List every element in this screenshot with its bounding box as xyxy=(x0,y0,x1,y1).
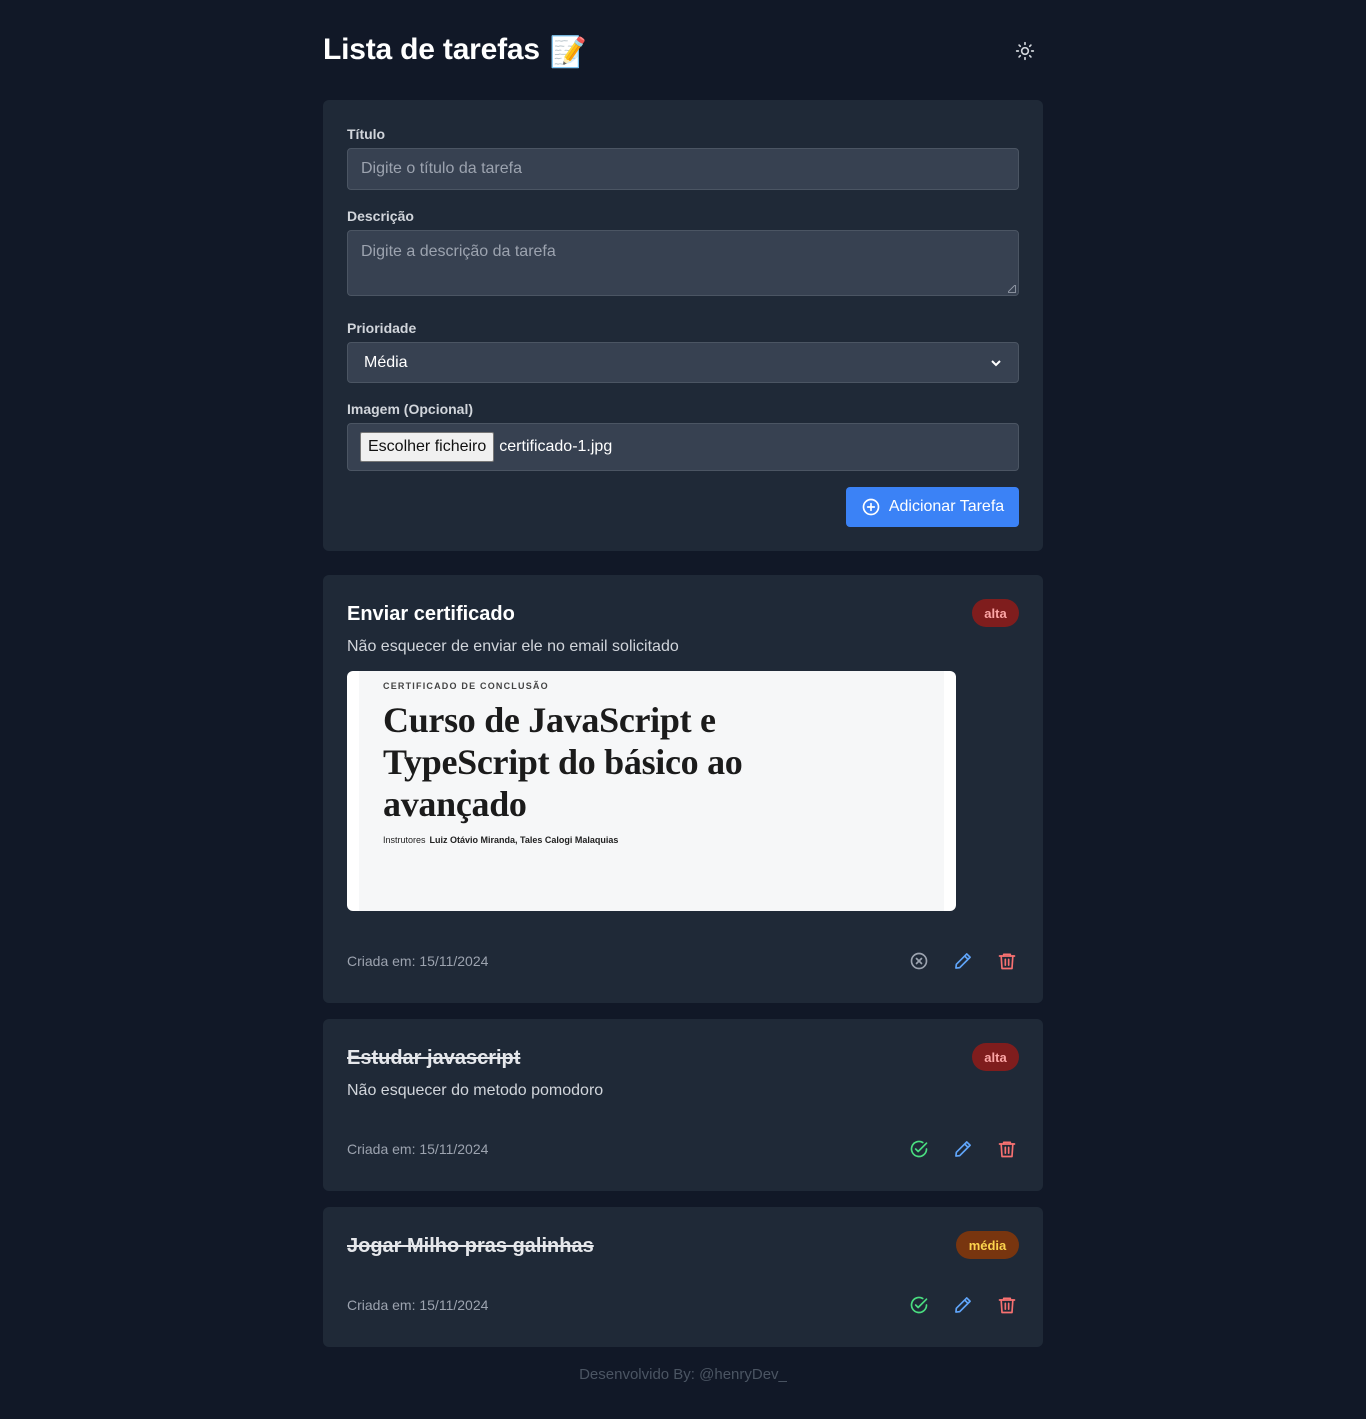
task-description: Não esquecer de enviar ele no email soli… xyxy=(347,638,679,655)
edit-task-button[interactable] xyxy=(951,1293,975,1317)
task-card: Estudar javascript alta Não esquecer do … xyxy=(323,1019,1043,1191)
delete-task-button[interactable] xyxy=(995,1137,1019,1161)
priority-selected-value: Média xyxy=(364,353,408,371)
trash-icon xyxy=(998,1141,1016,1158)
description-placeholder: Digite a descrição da tarefa xyxy=(361,243,556,260)
toggle-complete-button[interactable] xyxy=(907,949,931,973)
page-title: Lista de tarefas 📝 xyxy=(323,33,587,70)
certificate-instructors: Instrutores Luiz Otávio Miranda, Tales Ca… xyxy=(383,835,618,845)
toggle-complete-button[interactable] xyxy=(907,1293,931,1317)
task-actions xyxy=(907,949,1019,973)
footer-credit: Desenvolvido By: @henryDev_ xyxy=(579,1366,787,1383)
task-created-date: Criada em: 15/11/2024 xyxy=(347,1297,489,1313)
page: Lista de tarefas 📝 Título Digite o título… xyxy=(0,0,1366,1419)
plus-circle-icon xyxy=(862,498,880,516)
delete-task-button[interactable] xyxy=(995,1293,1019,1317)
task-image: CERTIFICADO DE CONCLUSÃO Curso de JavaSc… xyxy=(347,671,956,911)
task-title: Jogar Milho pras galinhas xyxy=(347,1235,594,1257)
image-file-input[interactable]: Escolher ficheiro certificado-1.jpg xyxy=(347,423,1019,471)
title-label: Título xyxy=(347,126,386,142)
memo-emoji-icon: 📝 xyxy=(549,35,588,69)
task-created-date: Criada em: 15/11/2024 xyxy=(347,1141,489,1157)
certificate-heading: Curso de JavaScript e TypeScript do bási… xyxy=(383,700,743,824)
file-name: certificado-1.jpg xyxy=(499,438,613,455)
add-task-label: Adicionar Tarefa xyxy=(888,498,1005,515)
task-description: Não esquecer do metodo pomodoro xyxy=(347,1082,604,1099)
title-input[interactable]: Digite o título da tarefa xyxy=(347,148,1019,190)
trash-icon xyxy=(998,953,1016,970)
pencil-icon xyxy=(955,1297,971,1313)
resize-grip-icon[interactable] xyxy=(1008,285,1016,293)
sun-icon xyxy=(1015,41,1035,61)
task-actions xyxy=(907,1293,1019,1317)
task-title: Enviar certificado xyxy=(347,603,515,625)
toggle-complete-button[interactable] xyxy=(907,1137,931,1161)
x-circle-icon xyxy=(910,952,928,970)
add-task-button[interactable]: Adicionar Tarefa xyxy=(846,487,1019,527)
task-actions xyxy=(907,1137,1019,1161)
pencil-icon xyxy=(955,953,971,969)
task-title: Estudar javascript xyxy=(347,1047,521,1069)
certificate-instructors-label: Instrutores xyxy=(383,835,426,845)
image-label: Imagem (Opcional) xyxy=(347,401,474,417)
task-form: Título Digite o título da tarefa Descriç… xyxy=(323,100,1043,551)
check-circle-icon xyxy=(910,1140,928,1158)
check-circle-icon xyxy=(910,1296,928,1314)
priority-label: Prioridade xyxy=(347,320,417,336)
priority-badge: alta xyxy=(972,599,1019,627)
priority-select[interactable]: Média xyxy=(347,342,1019,383)
task-card: Jogar Milho pras galinhas média Criada e… xyxy=(323,1207,1043,1347)
page-title-text: Lista de tarefas xyxy=(323,32,540,66)
priority-badge: média xyxy=(956,1231,1019,1259)
chevron-down-icon xyxy=(991,359,1001,366)
certificate-instructors-names: Luiz Otávio Miranda, Tales Calogi Malaqu… xyxy=(429,835,619,845)
edit-task-button[interactable] xyxy=(951,949,975,973)
task-card: Enviar certificado alta Não esquecer de … xyxy=(323,575,1043,1003)
pencil-icon xyxy=(955,1141,971,1157)
theme-toggle-button[interactable] xyxy=(1009,35,1041,67)
header: Lista de tarefas 📝 xyxy=(323,28,1043,74)
trash-icon xyxy=(998,1297,1016,1314)
description-textarea[interactable]: Digite a descrição da tarefa xyxy=(347,230,1019,296)
choose-file-button[interactable]: Escolher ficheiro xyxy=(360,432,495,462)
description-label: Descrição xyxy=(347,208,414,224)
delete-task-button[interactable] xyxy=(995,949,1019,973)
edit-task-button[interactable] xyxy=(951,1137,975,1161)
task-created-date: Criada em: 15/11/2024 xyxy=(347,953,489,969)
certificate-kicker: CERTIFICADO DE CONCLUSÃO xyxy=(383,681,549,691)
certificate-image: CERTIFICADO DE CONCLUSÃO Curso de JavaSc… xyxy=(359,671,944,911)
priority-badge: alta xyxy=(972,1043,1019,1071)
